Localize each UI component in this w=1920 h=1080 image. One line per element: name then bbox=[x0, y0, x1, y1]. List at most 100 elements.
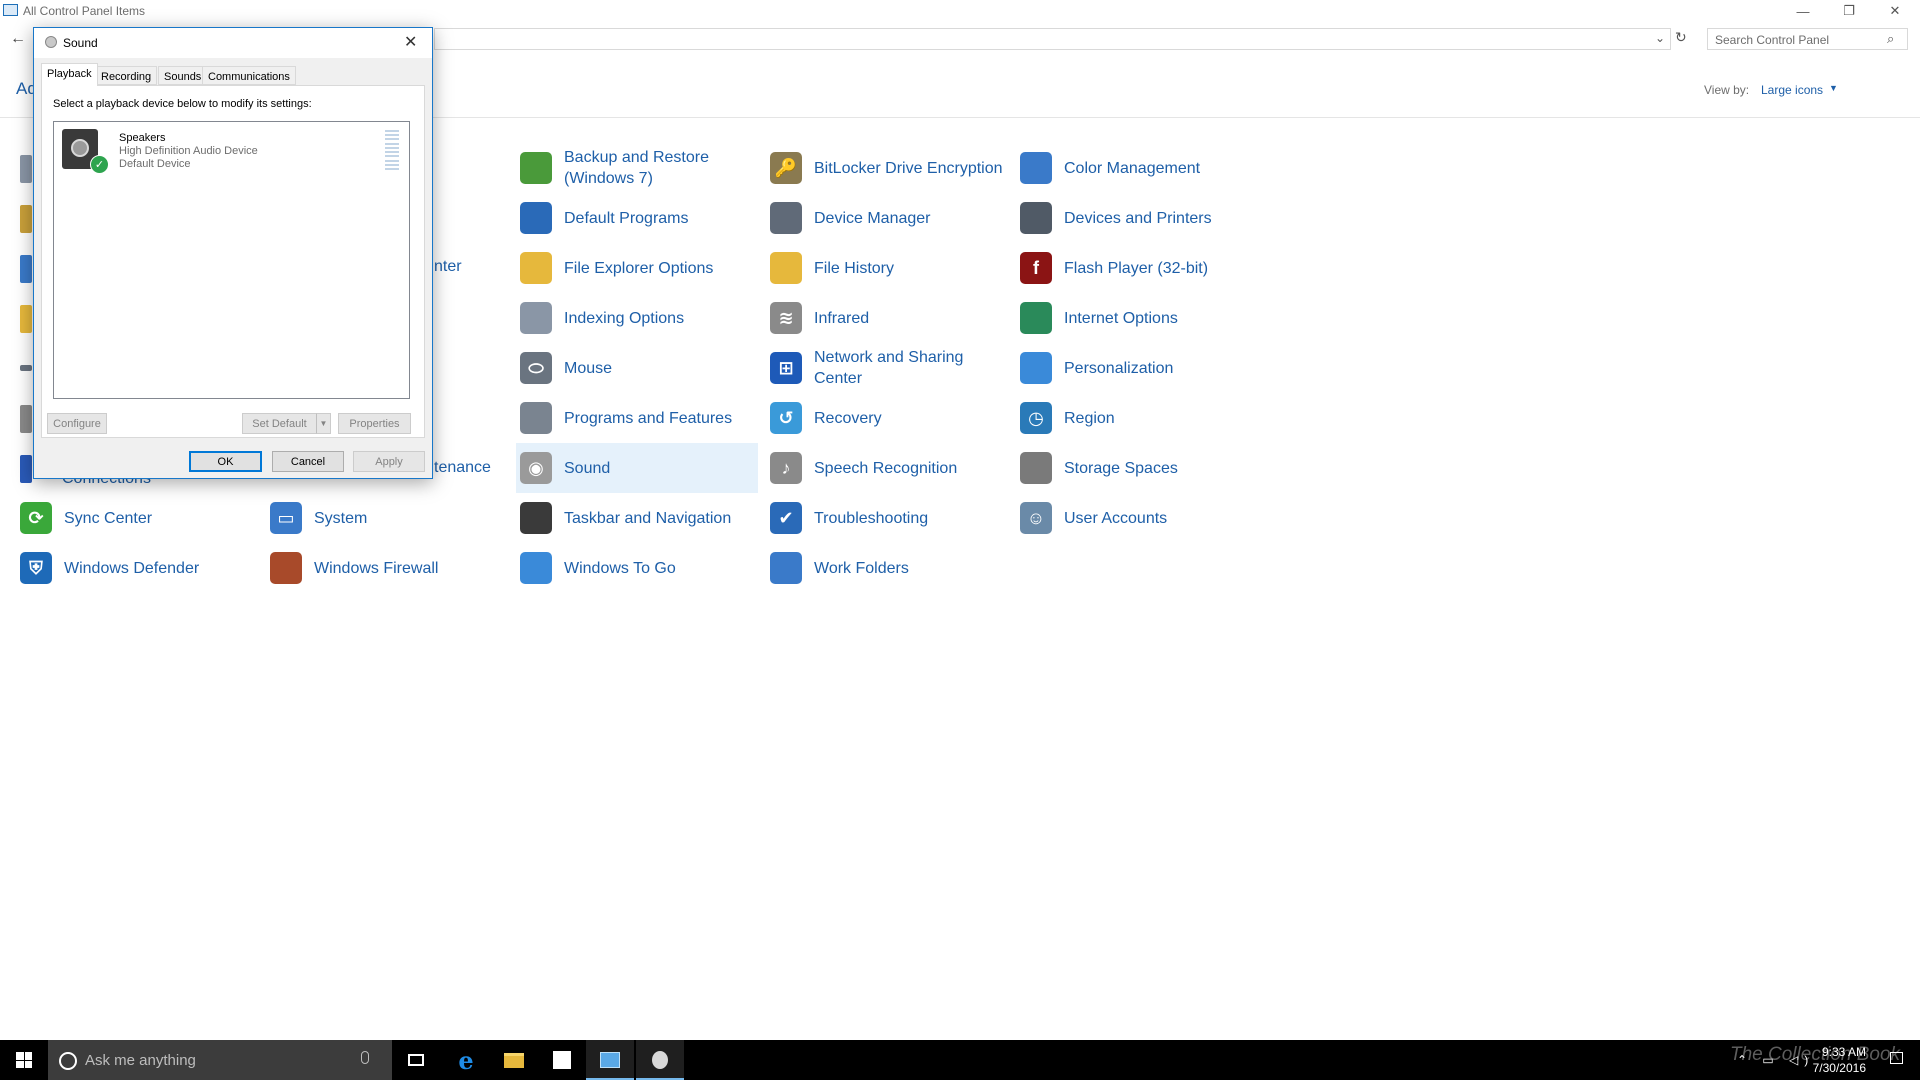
cp-item-label: Mouse bbox=[564, 359, 613, 377]
device-list[interactable]: ✓ Speakers High Definition Audio Device … bbox=[53, 121, 410, 399]
cp-item-label: Infrared bbox=[814, 309, 870, 327]
cp-item-label: Default Programs bbox=[564, 209, 689, 227]
speech-recognition-icon: ♪ bbox=[770, 452, 802, 484]
taskbar: Ask me anything e The Collection Book ⌃ … bbox=[0, 1040, 1920, 1080]
chevron-down-icon[interactable]: ⌄ bbox=[1655, 31, 1665, 45]
cp-item-troubleshooting[interactable]: ✔ Troubleshooting bbox=[766, 493, 1008, 543]
cp-item-label: Backup and Restore (Windows 7) bbox=[564, 149, 709, 187]
cortana-search-box[interactable]: Ask me anything bbox=[48, 1040, 392, 1080]
close-button[interactable]: ✕ bbox=[1872, 0, 1918, 22]
file-explorer-icon[interactable] bbox=[490, 1040, 538, 1080]
internet-options-icon bbox=[1020, 302, 1052, 334]
left-item-icon bbox=[20, 365, 32, 371]
cp-item-file-explorer-options[interactable]: File Explorer Options bbox=[516, 243, 758, 293]
flash-player-icon: f bbox=[1020, 252, 1052, 284]
cp-item-user-accounts[interactable]: ☺ User Accounts bbox=[1016, 493, 1258, 543]
tab-recording[interactable]: Recording bbox=[95, 66, 158, 85]
cp-item-bitlocker-drive-encryption[interactable]: 🔑 BitLocker Drive Encryption bbox=[766, 143, 1008, 193]
cp-item-infrared[interactable]: ≋ Infrared bbox=[766, 293, 1008, 343]
sound-taskbar-icon[interactable] bbox=[636, 1040, 684, 1080]
restore-button[interactable]: ❐ bbox=[1826, 0, 1872, 22]
cancel-button[interactable]: Cancel bbox=[272, 451, 344, 472]
refresh-icon[interactable]: ↻ bbox=[1675, 29, 1687, 46]
cp-item-work-folders[interactable]: Work Folders bbox=[766, 543, 1008, 593]
search-input[interactable]: Search Control Panel bbox=[1707, 28, 1908, 50]
windows-to-go-icon bbox=[520, 552, 552, 584]
instruction-text: Select a playback device below to modify… bbox=[53, 98, 312, 110]
clock-time: 9:33 AM bbox=[1821, 1045, 1866, 1059]
microphone-icon[interactable] bbox=[361, 1051, 369, 1064]
cp-item-storage-spaces[interactable]: Storage Spaces bbox=[1016, 443, 1258, 493]
file-explorer-options-icon bbox=[520, 252, 552, 284]
address-bar[interactable] bbox=[434, 28, 1671, 50]
configure-button[interactable]: Configure bbox=[47, 413, 107, 434]
tab-sounds[interactable]: Sounds bbox=[158, 66, 208, 85]
cp-item-sync-center[interactable]: ⟳ Sync Center bbox=[16, 493, 258, 543]
start-button[interactable] bbox=[0, 1040, 48, 1080]
store-icon[interactable] bbox=[538, 1040, 586, 1080]
view-by-dropdown[interactable]: Large icons bbox=[1761, 83, 1823, 97]
troubleshooting-icon: ✔ bbox=[770, 502, 802, 534]
cp-item-personalization[interactable]: Personalization bbox=[1016, 343, 1258, 393]
set-default-button[interactable]: Set Default bbox=[242, 413, 317, 434]
device-description: High Definition Audio Device bbox=[119, 145, 258, 157]
edge-icon[interactable]: e bbox=[442, 1040, 490, 1080]
tab-playback[interactable]: Playback bbox=[41, 63, 98, 86]
tab-communications[interactable]: Communications bbox=[202, 66, 296, 85]
cortana-icon bbox=[59, 1052, 77, 1070]
ok-button[interactable]: OK bbox=[189, 451, 262, 472]
windows-logo-icon bbox=[16, 1052, 32, 1068]
cp-item-internet-options[interactable]: Internet Options bbox=[1016, 293, 1258, 343]
cp-item-taskbar-and-navigation[interactable]: Taskbar and Navigation bbox=[516, 493, 758, 543]
windows-defender-icon: ⛨ bbox=[20, 552, 52, 584]
cp-item-device-manager[interactable]: Device Manager bbox=[766, 193, 1008, 243]
action-center-icon[interactable] bbox=[1890, 1052, 1903, 1064]
windows-firewall-icon bbox=[270, 552, 302, 584]
cp-item-programs-and-features[interactable]: Programs and Features bbox=[516, 393, 758, 443]
region-icon: ◷ bbox=[1020, 402, 1052, 434]
cp-item-label: Windows Defender bbox=[64, 559, 200, 577]
device-row[interactable]: ✓ Speakers High Definition Audio Device … bbox=[54, 122, 409, 178]
speaker-icon bbox=[45, 36, 57, 48]
cp-item-speech-recognition[interactable]: ♪ Speech Recognition bbox=[766, 443, 1008, 493]
cp-item-recovery[interactable]: ↺ Recovery bbox=[766, 393, 1008, 443]
cp-item-mouse[interactable]: ⬭ Mouse bbox=[516, 343, 758, 393]
minimize-button[interactable]: — bbox=[1780, 0, 1826, 22]
cp-item-windows-defender[interactable]: ⛨ Windows Defender bbox=[16, 543, 258, 593]
cp-item-sound[interactable]: ◉ Sound bbox=[516, 443, 758, 493]
cp-item-devices-and-printers[interactable]: Devices and Printers bbox=[1016, 193, 1258, 243]
apply-button[interactable]: Apply bbox=[353, 451, 425, 472]
left-item-icon bbox=[20, 305, 32, 333]
cp-item-file-history[interactable]: File History bbox=[766, 243, 1008, 293]
cp-item-windows-to-go[interactable]: Windows To Go bbox=[516, 543, 758, 593]
cp-item-system[interactable]: ▭ System bbox=[266, 493, 508, 543]
control-panel-taskbar-icon[interactable] bbox=[586, 1040, 634, 1080]
clock[interactable]: 9:33 AM 7/30/2016 bbox=[1806, 1044, 1866, 1076]
clock-date: 7/30/2016 bbox=[1812, 1061, 1866, 1075]
close-icon[interactable]: ✕ bbox=[404, 32, 417, 52]
task-view-icon[interactable] bbox=[392, 1040, 440, 1080]
dialog-titlebar[interactable]: Sound ✕ bbox=[34, 28, 432, 58]
file-history-icon bbox=[770, 252, 802, 284]
search-icon[interactable]: ⌕ bbox=[1887, 31, 1894, 47]
system-tray-icons[interactable]: ⌃ ▭ ◁) bbox=[1737, 1053, 1814, 1067]
user-accounts-icon: ☺ bbox=[1020, 502, 1052, 534]
window-titlebar: All Control Panel Items — ❐ ✕ bbox=[0, 0, 1920, 22]
taskbar-navigation-icon bbox=[520, 502, 552, 534]
cp-item-label: Windows Firewall bbox=[314, 559, 439, 577]
check-icon: ✓ bbox=[90, 155, 109, 174]
cp-item-region[interactable]: ◷ Region bbox=[1016, 393, 1258, 443]
view-by-chevron-icon[interactable]: ▼ bbox=[1829, 83, 1838, 93]
properties-button[interactable]: Properties bbox=[338, 413, 411, 434]
back-arrow-icon[interactable]: ← bbox=[10, 30, 26, 48]
cp-item-network-and-sharing-center[interactable]: ⊞ Network and Sharing Center bbox=[766, 343, 1008, 393]
cp-item-windows-firewall[interactable]: Windows Firewall bbox=[266, 543, 508, 593]
cp-item-indexing-options[interactable]: Indexing Options bbox=[516, 293, 758, 343]
cp-item-label: File Explorer Options bbox=[564, 259, 714, 277]
set-default-dropdown-icon[interactable]: ▼ bbox=[316, 413, 331, 434]
cp-item-label: Sync Center bbox=[64, 509, 153, 527]
cp-item-color-management[interactable]: Color Management bbox=[1016, 143, 1258, 193]
cp-item-default-programs[interactable]: Default Programs bbox=[516, 193, 758, 243]
cp-item-flash-player-32-bit[interactable]: f Flash Player (32-bit) bbox=[1016, 243, 1258, 293]
cp-item-backup-and-restore-windows-7[interactable]: Backup and Restore (Windows 7) bbox=[516, 143, 758, 193]
